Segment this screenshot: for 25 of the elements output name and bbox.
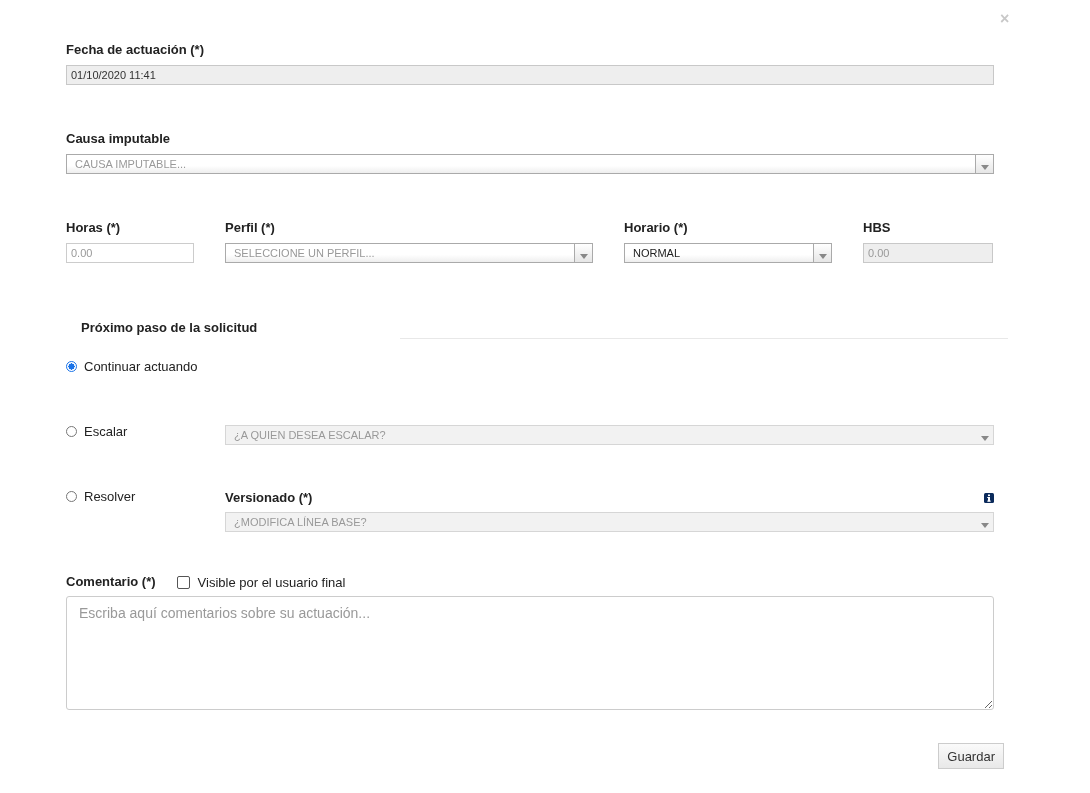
field-label: Perfil (*) [225,220,276,236]
caret-icon [579,253,588,259]
section-title: Próximo paso de la solicitud [80,320,259,335]
radio-label[interactable]: Resolver [84,489,136,504]
field-label: Versionado (*) [225,490,313,506]
field-label: Comentario (*) [66,574,156,590]
checkbox[interactable] [176,575,190,589]
select-field[interactable]: NORMAL [624,243,832,263]
field-label: Fecha de actuación (*) [66,42,205,58]
caret-icon [980,435,989,441]
comment-field[interactable]: Escriba aquí comentarios sobre su actuación... [66,596,994,710]
save-button[interactable]: Guardar [938,743,1004,769]
caret-icon [980,164,989,170]
caret-icon [980,522,989,528]
info-icon[interactable] [984,493,994,503]
caret-icon [818,253,827,259]
checkbox-label[interactable]: Visible por el usuario final [197,574,346,590]
radio-label[interactable]: Escalar [84,424,128,439]
field-label: Horario (*) [624,220,689,236]
radio-button[interactable] [66,361,77,372]
field-label: Horas (*) [66,220,122,236]
input-field[interactable]: 0.00 [66,243,194,263]
field-label: Causa imputable [66,131,172,147]
field-label: HBS [863,220,892,236]
radio-label[interactable]: Continuar actuando [84,359,198,374]
